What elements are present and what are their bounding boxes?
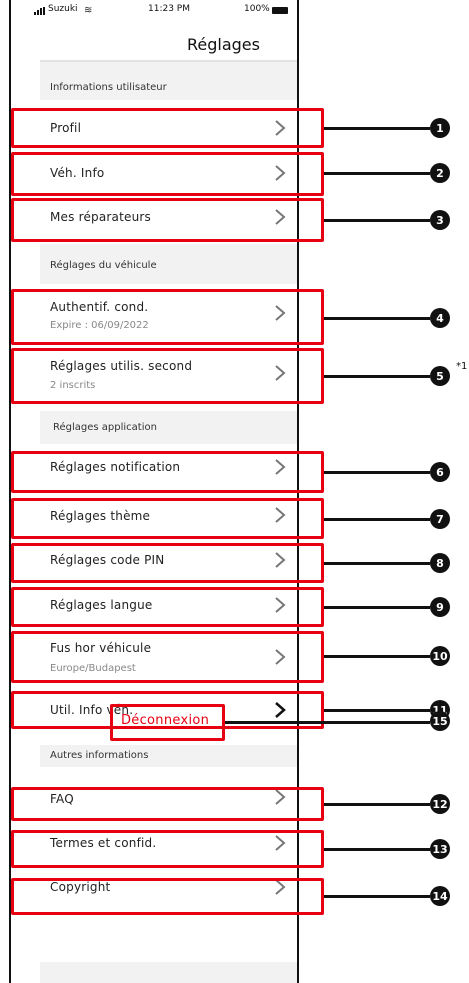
signal-icon <box>34 7 46 15</box>
highlight-box <box>11 451 324 493</box>
callout-badge: 9 <box>430 597 450 617</box>
callout-badge: 8 <box>430 553 450 573</box>
leader-line <box>324 317 430 320</box>
battery-icon <box>272 7 288 14</box>
leader-line <box>324 219 430 222</box>
leader-line <box>324 709 430 712</box>
highlight-box <box>11 830 324 868</box>
callout-badge: 6 <box>430 462 450 482</box>
callout-badge: 12 <box>430 794 450 814</box>
wifi-icon: ≋ <box>84 5 93 16</box>
leader-line <box>324 803 430 806</box>
carrier-name: Suzuki <box>48 4 78 14</box>
bottom-section-bg <box>40 962 297 983</box>
leader-line <box>324 848 430 851</box>
leader-line <box>324 172 430 175</box>
section-label-app: Réglages application <box>53 422 157 433</box>
leader-line <box>324 895 430 898</box>
highlight-box <box>11 152 324 196</box>
leader-line <box>225 721 430 724</box>
callout-badge: 15 <box>430 711 450 731</box>
callout-badge: 13 <box>430 839 450 859</box>
section-user-bg <box>40 62 297 100</box>
highlight-box <box>11 787 324 821</box>
highlight-box <box>11 543 324 583</box>
highlight-box <box>11 498 324 539</box>
battery-percent: 100% <box>244 4 270 14</box>
callout-badge: 4 <box>430 308 450 328</box>
leader-line <box>324 375 430 378</box>
section-label-vehicle: Réglages du véhicule <box>50 260 157 271</box>
highlight-box <box>11 878 324 915</box>
highlight-box <box>11 108 324 148</box>
callout-badge: 3 <box>430 210 450 230</box>
leader-line <box>324 562 430 565</box>
leader-line <box>324 127 430 130</box>
section-label-user: Informations utilisateur <box>50 82 167 93</box>
callout-badge: 10 <box>430 646 450 666</box>
callout-badge: 1 <box>430 118 450 138</box>
callout-badge: 14 <box>430 886 450 906</box>
section-label-other: Autres informations <box>50 750 149 761</box>
leader-line <box>324 655 430 658</box>
highlight-box <box>11 348 324 404</box>
leader-line <box>324 606 430 609</box>
callout-badge: 5 <box>430 366 450 386</box>
callout-badge: 7 <box>430 509 450 529</box>
leader-line <box>324 471 430 474</box>
highlight-box <box>11 198 324 242</box>
footnote-mark: *1 <box>456 361 468 372</box>
highlight-box <box>11 289 324 345</box>
highlight-box <box>11 631 324 683</box>
highlight-box <box>11 587 324 627</box>
callout-badge: 2 <box>430 163 450 183</box>
page-title: Réglages <box>187 35 260 54</box>
status-time: 11:23 PM <box>148 4 190 14</box>
highlight-box <box>110 704 225 741</box>
leader-line <box>324 518 430 521</box>
